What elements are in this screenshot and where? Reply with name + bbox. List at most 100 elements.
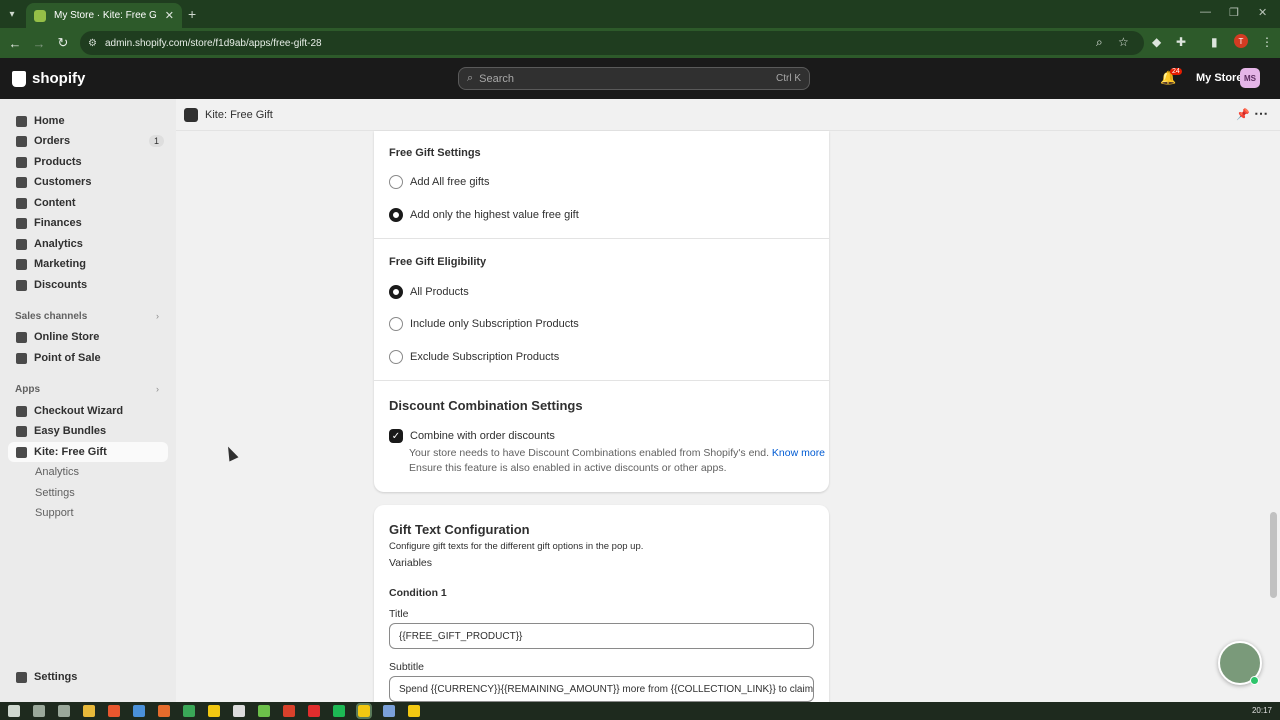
sidebar-item-settings[interactable]: Settings bbox=[8, 667, 168, 687]
store-avatar[interactable]: MS bbox=[1240, 68, 1260, 88]
settings-gear-icon bbox=[16, 671, 27, 683]
subtitle-field-label: Subtitle bbox=[389, 661, 425, 673]
free-gift-settings-section: Free Gift Settings Add All free gifts Ad… bbox=[374, 131, 829, 239]
firefox-icon[interactable] bbox=[158, 705, 170, 717]
shopify-logo[interactable]: shopify bbox=[12, 70, 85, 87]
radio-all-products[interactable]: All Products bbox=[389, 285, 469, 299]
sidebar-item-home[interactable]: Home bbox=[8, 111, 168, 131]
sidebar-sub-support[interactable]: Support bbox=[35, 507, 74, 519]
subtitle-field[interactable]: Spend {{CURRENCY}}{{REMAINING_AMOUNT}} m… bbox=[389, 676, 814, 702]
radio-add-all-gifts[interactable]: Add All free gifts bbox=[389, 175, 490, 189]
settings-card: Free Gift Settings Add All free gifts Ad… bbox=[374, 131, 829, 492]
search-icon: ⌕ bbox=[467, 72, 474, 84]
address-bar[interactable]: ⚙ admin.shopify.com/store/f1d9ab/apps/fr… bbox=[80, 31, 1144, 55]
browser-tab[interactable]: My Store · Kite: Free Gift - Shopify ✕ bbox=[26, 3, 182, 28]
extensions-puzzle-icon[interactable]: ✚ bbox=[1176, 35, 1186, 49]
file-explorer-icon[interactable] bbox=[83, 705, 95, 717]
app-icon[interactable] bbox=[258, 705, 270, 717]
app-title-bar: Kite: Free Gift 📌 ⋯ bbox=[176, 99, 1280, 131]
radio-add-highest-gift[interactable]: Add only the highest value free gift bbox=[389, 208, 579, 222]
task-view-icon[interactable] bbox=[58, 705, 70, 717]
minimize-icon[interactable]: — bbox=[1200, 6, 1211, 18]
search-placeholder: Search bbox=[479, 72, 515, 85]
chrome-icon[interactable] bbox=[208, 705, 220, 717]
help-line-1: Your store needs to have Discount Combin… bbox=[409, 447, 769, 459]
chrome-active-icon[interactable] bbox=[356, 703, 372, 719]
back-icon[interactable]: ← bbox=[3, 36, 27, 51]
scrollbar-thumb[interactable] bbox=[1270, 512, 1277, 598]
sidebar-item-checkout-wizard[interactable]: Checkout Wizard bbox=[8, 401, 168, 421]
windows-start-icon[interactable] bbox=[8, 705, 20, 717]
sidebar-item-label: Home bbox=[34, 115, 65, 127]
forward-icon[interactable]: → bbox=[27, 36, 51, 51]
variables-link[interactable]: Variables bbox=[389, 557, 432, 569]
mouse-cursor bbox=[223, 444, 239, 462]
brave-icon[interactable] bbox=[108, 705, 120, 717]
page-scrollbar[interactable] bbox=[1268, 131, 1280, 702]
condition-heading: Condition 1 bbox=[389, 587, 447, 599]
checkbox-combine-order-discounts[interactable]: ✓ Combine with order discounts bbox=[389, 429, 555, 443]
analytics-icon bbox=[16, 238, 27, 250]
chrome-menu-icon[interactable]: ⋮ bbox=[1261, 35, 1273, 49]
app-icon[interactable] bbox=[233, 705, 245, 717]
side-panel-icon[interactable]: ▮ bbox=[1211, 35, 1218, 49]
close-window-icon[interactable]: ✕ bbox=[1258, 6, 1267, 19]
search-input[interactable]: ⌕ Search Ctrl K bbox=[458, 67, 810, 90]
reload-icon[interactable]: ↻ bbox=[51, 35, 75, 51]
sidebar-item-discounts[interactable]: Discounts bbox=[8, 275, 168, 295]
sidebar: Home Orders 1 Products Customers Content … bbox=[0, 99, 176, 702]
radio-button[interactable] bbox=[389, 208, 403, 222]
sidebar-sub-analytics[interactable]: Analytics bbox=[35, 466, 79, 478]
zoom-icon[interactable]: ⌕ bbox=[1096, 35, 1103, 50]
apps-heading[interactable]: Apps bbox=[15, 384, 40, 395]
sidebar-item-finances[interactable]: Finances bbox=[8, 213, 168, 233]
notepad-icon[interactable] bbox=[133, 705, 145, 717]
extension-icon[interactable]: ◆ bbox=[1152, 35, 1161, 49]
sales-channels-heading[interactable]: Sales channels bbox=[15, 311, 87, 322]
radio-exclude-subscription[interactable]: Exclude Subscription Products bbox=[389, 350, 559, 364]
sidebar-item-products[interactable]: Products bbox=[8, 152, 168, 172]
chrome-icon[interactable] bbox=[408, 705, 420, 717]
sidebar-item-marketing[interactable]: Marketing bbox=[8, 254, 168, 274]
app-icon[interactable] bbox=[383, 705, 395, 717]
chevron-right-icon[interactable]: › bbox=[156, 311, 159, 321]
bookmark-star-icon[interactable]: ☆ bbox=[1118, 35, 1129, 49]
profile-avatar[interactable]: T bbox=[1234, 34, 1248, 48]
search-taskbar-icon[interactable] bbox=[33, 705, 45, 717]
sidebar-sub-settings[interactable]: Settings bbox=[35, 487, 75, 499]
spotify-icon[interactable] bbox=[333, 705, 345, 717]
checkmark-icon[interactable]: ✓ bbox=[389, 429, 403, 443]
store-name[interactable]: My Store bbox=[1196, 72, 1242, 84]
radio-button[interactable] bbox=[389, 350, 403, 364]
pin-icon[interactable]: 📌 bbox=[1236, 108, 1250, 121]
know-more-link[interactable]: Know more bbox=[772, 447, 825, 459]
sidebar-item-point-of-sale[interactable]: Point of Sale bbox=[8, 348, 168, 368]
radio-include-subscription[interactable]: Include only Subscription Products bbox=[389, 317, 579, 331]
sidebar-item-customers[interactable]: Customers bbox=[8, 172, 168, 192]
sidebar-item-kite-free-gift[interactable]: Kite: Free Gift bbox=[8, 442, 168, 462]
sidebar-item-easy-bundles[interactable]: Easy Bundles bbox=[8, 421, 168, 441]
marketing-icon bbox=[16, 258, 27, 270]
sidebar-item-label: Checkout Wizard bbox=[34, 405, 124, 417]
sidebar-item-analytics[interactable]: Analytics bbox=[8, 234, 168, 254]
sidebar-item-online-store[interactable]: Online Store bbox=[8, 327, 168, 347]
app-icon[interactable] bbox=[283, 705, 295, 717]
close-tab-icon[interactable]: ✕ bbox=[165, 9, 174, 22]
radio-button[interactable] bbox=[389, 285, 403, 299]
site-info-icon[interactable]: ⚙ bbox=[88, 38, 97, 49]
new-tab-icon[interactable]: + bbox=[188, 6, 196, 22]
maximize-icon[interactable]: ❐ bbox=[1229, 6, 1239, 19]
radio-button[interactable] bbox=[389, 317, 403, 331]
title-field[interactable]: {{FREE_GIFT_PRODUCT}} bbox=[389, 623, 814, 649]
app-icon[interactable] bbox=[183, 705, 195, 717]
chevron-right-icon[interactable]: › bbox=[156, 384, 159, 394]
tab-title: My Store · Kite: Free Gift - Shopify bbox=[54, 10, 157, 21]
more-actions-icon[interactable]: ⋯ bbox=[1254, 105, 1268, 122]
sidebar-item-content[interactable]: Content bbox=[8, 193, 168, 213]
radio-button[interactable] bbox=[389, 175, 403, 189]
sidebar-item-orders[interactable]: Orders 1 bbox=[8, 131, 168, 151]
sidebar-item-label: Discounts bbox=[34, 279, 88, 291]
opera-icon[interactable] bbox=[308, 705, 320, 717]
sidebar-item-label: Customers bbox=[34, 176, 92, 188]
tab-search-icon[interactable]: ▾ bbox=[0, 0, 24, 28]
